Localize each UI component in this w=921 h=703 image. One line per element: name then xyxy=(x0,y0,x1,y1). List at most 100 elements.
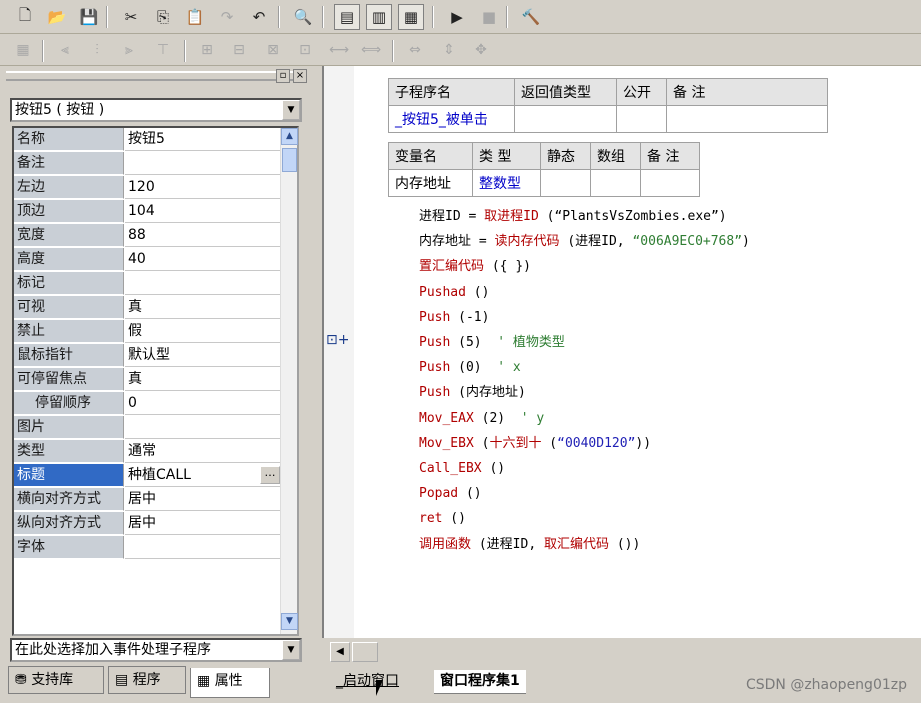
scroll-down-icon[interactable]: ▼ xyxy=(281,613,298,630)
code-line[interactable]: 调用函数 (进程ID, 取汇编代码 ()) xyxy=(419,534,640,556)
property-row[interactable]: 可停留焦点真 xyxy=(14,368,280,392)
tab-startup-window[interactable]: _启动窗口 xyxy=(330,670,405,694)
align-center-icon[interactable]: ⫶ xyxy=(84,37,110,63)
scroll-thumb[interactable] xyxy=(282,148,297,172)
save-icon[interactable]: 💾 xyxy=(76,4,102,30)
property-value[interactable]: 居中 xyxy=(125,488,280,511)
layout2-icon[interactable]: ▥ xyxy=(366,4,392,30)
property-row[interactable]: 可视真 xyxy=(14,296,280,320)
align-bottom-icon[interactable]: ⊟ xyxy=(226,37,252,63)
tab-properties[interactable]: ▦ 属性 xyxy=(190,668,270,698)
variable-type[interactable]: 整数型 xyxy=(472,169,541,197)
static-cell[interactable] xyxy=(540,169,591,197)
scroll-up-icon[interactable]: ▲ xyxy=(281,128,298,145)
property-row[interactable]: 标题 种植CALL… xyxy=(14,464,280,488)
code-line[interactable]: Push (5) ' 植物类型 xyxy=(419,332,565,354)
v-space-icon[interactable]: ⟺ xyxy=(358,37,384,63)
code-line[interactable]: 进程ID = 取进程ID (“PlantsVsZombies.exe”) xyxy=(419,206,727,228)
cut-icon[interactable]: ✂ xyxy=(118,4,144,30)
same-height-icon[interactable]: ⊡ xyxy=(292,37,318,63)
center-both-icon[interactable]: ✥ xyxy=(468,37,494,63)
code-line[interactable]: 置汇编代码 ({ }) xyxy=(419,256,531,278)
tab-window-assembly[interactable]: 窗口程序集1 xyxy=(434,670,526,694)
find-icon[interactable]: 🔍 xyxy=(290,4,316,30)
property-row[interactable]: 横向对齐方式 居中 xyxy=(14,488,280,512)
property-row[interactable]: 高度 40 xyxy=(14,248,280,272)
tab-support-library[interactable]: ⛃ 支持库 xyxy=(8,666,104,694)
run-icon[interactable]: ▶ xyxy=(444,4,470,30)
redo-icon[interactable]: ↷ xyxy=(214,4,240,30)
code-line[interactable]: Call_EBX () xyxy=(419,458,505,480)
property-row[interactable]: 鼠标指针 默认型 xyxy=(14,344,280,368)
property-row[interactable]: 左边 120 xyxy=(14,176,280,200)
property-value[interactable]: 居中 xyxy=(125,512,280,535)
same-width-icon[interactable]: ⊠ xyxy=(260,37,286,63)
align-middle-icon[interactable]: ⊞ xyxy=(194,37,220,63)
property-value[interactable]: 默认型 xyxy=(125,344,280,367)
chevron-down-icon[interactable]: ▼ xyxy=(282,100,300,120)
property-value[interactable]: 120 xyxy=(125,176,280,199)
property-scrollbar[interactable]: ▲ ▼ xyxy=(280,128,298,634)
layout1-icon[interactable]: ▤ xyxy=(334,4,360,30)
property-value[interactable]: 真 xyxy=(125,368,280,391)
return-type-cell[interactable] xyxy=(514,105,617,133)
property-value[interactable]: 88 xyxy=(125,224,280,247)
center-h-icon[interactable]: ⇔ xyxy=(402,37,428,63)
editor-hscroll[interactable]: ◀ xyxy=(322,638,921,666)
new-file-icon[interactable]: 🗋 xyxy=(12,4,38,30)
public-cell[interactable] xyxy=(616,105,667,133)
code-line[interactable]: Pushad () xyxy=(419,282,489,304)
subroutine-name[interactable]: _按钮5_被单击 xyxy=(388,105,515,133)
compile-icon[interactable]: 🔨 xyxy=(518,4,544,30)
center-v-icon[interactable]: ⇕ xyxy=(436,37,462,63)
property-value[interactable]: 通常 xyxy=(125,440,280,463)
property-value[interactable]: 104 xyxy=(125,200,280,223)
copy-icon[interactable]: ⎘ xyxy=(150,4,176,30)
paste-icon[interactable]: 📋 xyxy=(182,4,208,30)
property-row[interactable]: 字体 xyxy=(14,536,280,560)
property-row[interactable]: 停留顺序 0 xyxy=(14,392,280,416)
property-row[interactable]: 纵向对齐方式 居中 xyxy=(14,512,280,536)
property-value[interactable]: 假 xyxy=(125,320,280,343)
code-line[interactable]: Push (0) ' x xyxy=(419,357,521,379)
code-line[interactable]: Push (-1) xyxy=(419,307,489,329)
breakpoint-marker-icon[interactable]: ⊡+ xyxy=(326,332,349,348)
property-value[interactable]: 种植CALL xyxy=(125,464,280,487)
undo-icon[interactable]: ↶ xyxy=(246,4,272,30)
property-value[interactable]: 真 xyxy=(125,296,280,319)
code-line[interactable]: Popad () xyxy=(419,483,482,505)
panel-close-icon[interactable]: × xyxy=(293,69,307,83)
property-value[interactable]: 0 xyxy=(125,392,280,415)
tab-program[interactable]: ▤ 程序 xyxy=(108,666,186,694)
layout3-icon[interactable]: ▦ xyxy=(398,4,424,30)
property-row[interactable]: 标记 xyxy=(14,272,280,296)
property-row[interactable]: 图片 xyxy=(14,416,280,440)
align-top-icon[interactable]: ⊤ xyxy=(150,37,176,63)
property-value[interactable] xyxy=(125,272,280,295)
property-value[interactable] xyxy=(125,416,280,439)
hscroll-thumb[interactable] xyxy=(352,642,378,662)
code-line[interactable]: Push (内存地址) xyxy=(419,382,526,404)
code-area[interactable]: 子程序名 返回值类型 公开 备 注 _按钮5_被单击 变量名 类 型 静态 数组… xyxy=(354,66,921,638)
variable-name[interactable]: 内存地址 xyxy=(388,169,473,197)
property-row[interactable]: 顶边 104 xyxy=(14,200,280,224)
property-value[interactable] xyxy=(125,536,280,559)
panel-restore-icon[interactable]: ▫ xyxy=(276,69,290,83)
align-right-icon[interactable]: ⫸ xyxy=(116,37,142,63)
object-selector[interactable]: 按钮5 ( 按钮 ) ▼ xyxy=(10,98,302,122)
chevron-down-icon[interactable]: ▼ xyxy=(282,640,300,660)
property-row[interactable]: 宽度 88 xyxy=(14,224,280,248)
array-cell[interactable] xyxy=(590,169,641,197)
align-left-icon[interactable]: ⫷ xyxy=(52,37,78,63)
code-editor[interactable]: ⊡+ 子程序名 返回值类型 公开 备 注 _按钮5_被单击 变量名 类 型 静态… xyxy=(322,66,921,638)
remark-cell[interactable] xyxy=(666,105,828,133)
code-line[interactable]: ret () xyxy=(419,508,466,530)
property-row[interactable]: 名称 按钮5 xyxy=(14,128,280,152)
code-line[interactable]: Mov_EBX (十六到十 (“0040D120”)) xyxy=(419,433,651,455)
h-space-icon[interactable]: ⟷ xyxy=(326,37,352,63)
ellipsis-button[interactable]: … xyxy=(260,466,280,484)
code-line[interactable]: Mov_EAX (2) ' y xyxy=(419,408,544,430)
scroll-left-icon[interactable]: ◀ xyxy=(330,642,350,662)
event-selector[interactable]: 在此处选择加入事件处理子程序 ▼ xyxy=(10,638,302,662)
property-value[interactable]: 按钮5 xyxy=(125,128,280,151)
